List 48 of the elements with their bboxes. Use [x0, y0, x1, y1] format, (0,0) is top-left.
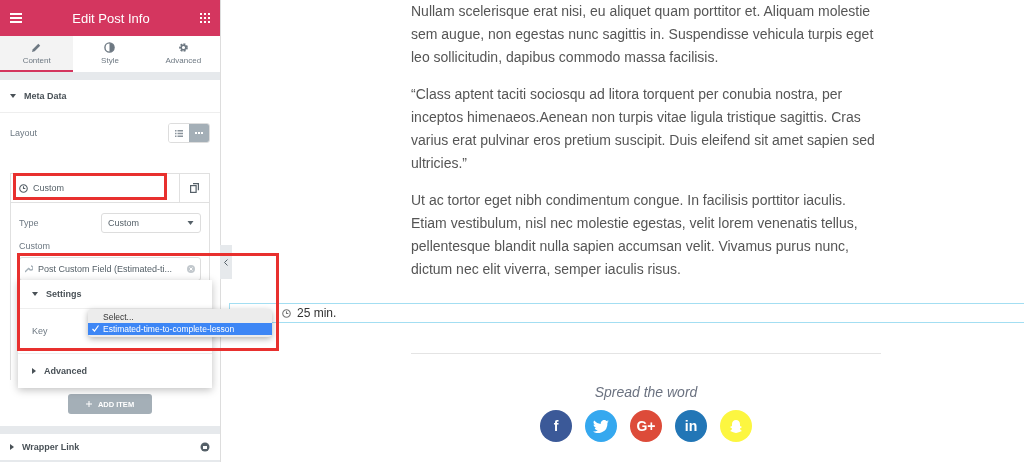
article-paragraph: Nullam scelerisque erat nisi, eu aliquet quam porttitor et. Aliquam molestie sem augue, non egestas nunc sagittis in. Suspendisse vehicula turpis eget leo sollicitudin, dapibus commodo massa facilisis. [411, 2, 875, 67]
section-header[interactable]: Wrapper Link [0, 434, 220, 460]
chevron-left-icon [224, 258, 228, 266]
caret-right-icon [10, 444, 14, 450]
check-icon [92, 325, 99, 332]
section-title: Meta Data [24, 91, 67, 101]
list-icon [175, 129, 183, 137]
dropdown-option[interactable]: Select... [88, 311, 272, 323]
clock-icon [282, 308, 291, 318]
caret-right-icon [32, 368, 36, 374]
article-paragraph: “Class aptent taciti sociosqu ad litora torquent per conubia nostra, per inceptos himenaeos.Aenean non turpis vitae ligula tristique sagittis. Cras varius erat pulvinar eros pretium suscipit. Duis eleifend sit amet sapien sed ultricies.” [411, 85, 876, 173]
ghost-icon [729, 419, 743, 433]
dropdown-option[interactable]: Estimated-time-to-complete-lesson [88, 323, 272, 335]
item-title[interactable]: Custom [33, 183, 64, 193]
grid-icon[interactable] [200, 13, 210, 23]
article-paragraph: Ut ac tortor eget nibh condimentum congue. In facilisis porttitor iaculis. Etiam vestibulum, nisl nec molestie egestas, velit lorem venenatis tellus, pellentesque blandit nulla sapien accumsan velit. Vivamus purus nunc, dictum nec elit viverra, semper iaculis risus. [411, 191, 859, 279]
copy-icon [190, 183, 199, 193]
panel-title: Edit Post Info [72, 10, 150, 26]
clear-icon[interactable] [187, 265, 195, 273]
settings-header[interactable]: Advanced [18, 354, 212, 388]
field-label: Layout [10, 128, 38, 138]
contrast-icon [104, 41, 116, 53]
share-link[interactable]: G+ [630, 410, 662, 442]
field-label: Custom [18, 240, 51, 251]
pencil-icon [31, 41, 43, 53]
field-label: Key [32, 326, 48, 336]
share-title: Spread the word [594, 384, 698, 400]
settings-icon [177, 41, 189, 53]
caret-down-icon [187, 221, 194, 225]
field-label: Type [19, 218, 39, 228]
panel-tab[interactable]: Content [0, 36, 74, 72]
layout-option[interactable] [189, 124, 209, 142]
disk-icon [200, 442, 210, 452]
section-header[interactable]: Meta Data [0, 80, 220, 113]
section-title: Advanced [44, 366, 87, 376]
share-link[interactable] [585, 410, 617, 442]
caret-down-icon [32, 292, 38, 296]
section-title: Wrapper Link [22, 442, 81, 452]
caret-down-icon [10, 94, 16, 98]
section-title: Settings [46, 289, 82, 299]
share-link[interactable]: f [540, 410, 572, 442]
bird-icon [593, 419, 609, 433]
menu-icon[interactable] [10, 13, 22, 23]
share-link[interactable]: in [675, 410, 707, 442]
clock-icon [19, 183, 28, 193]
plus-icon [85, 401, 92, 407]
type-select[interactable]: Custom [101, 213, 201, 233]
reading-time: 25 min. [297, 306, 337, 320]
